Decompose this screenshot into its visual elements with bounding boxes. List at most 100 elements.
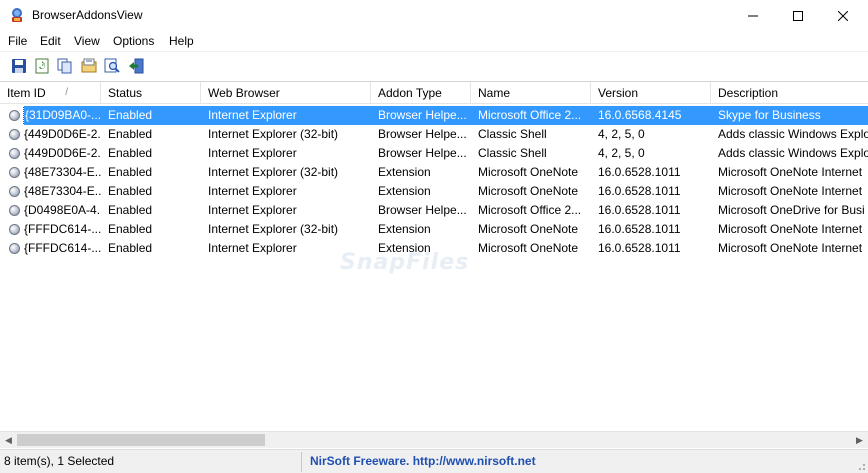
cell-status: Enabled — [108, 222, 153, 236]
column-header-web-browser[interactable]: Web Browser — [201, 82, 371, 104]
item-id-text: {FFFDC614-... — [24, 241, 101, 255]
scroll-left-icon[interactable]: ◀ — [0, 432, 17, 449]
menu-edit[interactable]: Edit — [40, 34, 61, 48]
cell-description: Skype for Business — [711, 106, 868, 125]
cell-version: 16.0.6568.4145 — [591, 106, 711, 125]
find-icon — [104, 58, 120, 73]
cell-id: {FFFDC614-... — [0, 239, 101, 258]
maximize-icon — [793, 10, 803, 21]
addons-list[interactable]: Item ID / Status Web Browser Addon Type … — [0, 81, 868, 430]
cell-description: Microsoft OneDrive for Busi — [718, 203, 865, 217]
column-header-item-id[interactable]: Item ID / — [0, 82, 101, 104]
cell-version: 16.0.6528.1011 — [598, 241, 681, 255]
snapfiles-watermark: SnapFiles — [340, 250, 470, 275]
cell-type: Extension — [378, 184, 431, 198]
nirsoft-link[interactable]: NirSoft Freeware. http://www.nirsoft.net — [310, 450, 536, 473]
cell-description: Adds classic Windows Explo — [718, 127, 868, 141]
item-id-text: {48E73304-E... — [24, 184, 101, 198]
close-icon — [838, 10, 848, 21]
table-row[interactable]: {FFFDC614-... Enabled Internet Explorer (3… — [0, 220, 868, 239]
cell-browser: Internet Explorer — [201, 106, 371, 125]
cell-name: Microsoft OneNote — [478, 222, 579, 236]
cell-type: Extension — [378, 165, 431, 179]
cell-description: Microsoft OneNote Internet — [718, 165, 863, 179]
copy-button[interactable] — [55, 56, 75, 76]
cell-id: {48E73304-E... — [0, 182, 101, 201]
cell-version: 16.0.6528.1011 — [598, 222, 681, 236]
status-bar: 8 item(s), 1 Selected NirSoft Freeware. … — [0, 449, 868, 473]
window-title: BrowserAddonsView — [32, 8, 143, 22]
table-row[interactable]: {48E73304-E... Enabled Internet Explorer Ex… — [0, 182, 868, 201]
menu-file[interactable]: File — [8, 34, 27, 48]
cell-status: Enabled — [108, 165, 153, 179]
cell-type: Extension — [378, 222, 431, 236]
minimize-icon — [748, 15, 758, 16]
refresh-icon — [35, 58, 49, 74]
table-row[interactable]: {48E73304-E... Enabled Internet Explorer (… — [0, 163, 868, 182]
table-row[interactable]: {449D0D6E-2... Enabled Internet Explorer (… — [0, 125, 868, 144]
addon-icon — [9, 224, 20, 235]
cell-version: 4, 2, 5, 0 — [598, 127, 645, 141]
column-header-name[interactable]: Name — [471, 82, 591, 104]
cell-description: Microsoft OneNote Internet — [718, 241, 863, 255]
copy-icon — [57, 58, 72, 74]
cell-id: {449D0D6E-2... — [0, 144, 101, 163]
addon-icon — [9, 167, 20, 178]
cell-status: Enabled — [108, 203, 153, 217]
item-id-text: {31D09BA0-... — [22, 106, 101, 125]
cell-type: Browser Helpe... — [371, 106, 471, 125]
addon-icon — [9, 205, 20, 216]
column-header-status[interactable]: Status — [101, 82, 201, 104]
cell-status: Enabled — [108, 146, 153, 160]
menu-view[interactable]: View — [74, 34, 100, 48]
cell-name: Microsoft OneNote — [478, 241, 579, 255]
resize-grip-icon[interactable] — [856, 461, 866, 471]
exit-button[interactable] — [126, 56, 146, 76]
save-button[interactable] — [9, 56, 29, 76]
close-button[interactable] — [820, 0, 866, 31]
cell-type: Browser Helpe... — [378, 127, 467, 141]
item-id-text: {449D0D6E-2... — [24, 146, 101, 160]
minimize-button[interactable] — [730, 0, 776, 31]
column-header-addon-type[interactable]: Addon Type — [371, 82, 471, 104]
cell-name: Microsoft OneNote — [478, 184, 579, 198]
cell-version: 16.0.6528.1011 — [598, 165, 681, 179]
cell-id: {FFFDC614-... — [0, 220, 101, 239]
html-report-icon — [81, 58, 97, 73]
table-row[interactable]: {449D0D6E-2... Enabled Internet Explorer Br… — [0, 144, 868, 163]
menu-options[interactable]: Options — [113, 34, 154, 48]
refresh-button[interactable] — [32, 56, 52, 76]
column-header-description[interactable]: Description — [711, 82, 868, 104]
cell-name: Classic Shell — [478, 127, 547, 141]
column-header-label: Item ID — [7, 86, 46, 100]
html-report-button[interactable] — [79, 56, 99, 76]
cell-id: {D0498E0A-4... — [0, 201, 101, 220]
cell-id: {48E73304-E... — [0, 163, 101, 182]
cell-status: Enabled — [108, 127, 153, 141]
cell-version: 16.0.6528.1011 — [598, 184, 681, 198]
addon-icon — [9, 148, 20, 159]
addon-icon — [9, 129, 20, 140]
cell-name: Microsoft OneNote — [478, 165, 579, 179]
maximize-button[interactable] — [775, 0, 821, 31]
status-item-count: 8 item(s), 1 Selected — [4, 454, 115, 468]
status-divider — [301, 452, 302, 472]
table-row[interactable]: {31D09BA0-... Enabled Internet Explorer Bro… — [0, 106, 868, 125]
scrollbar-thumb[interactable] — [17, 434, 265, 446]
cell-id: {449D0D6E-2... — [0, 125, 101, 144]
scroll-right-icon[interactable]: ▶ — [851, 432, 868, 449]
addon-icon — [9, 110, 20, 121]
cell-browser: Internet Explorer — [208, 203, 297, 217]
column-header-version[interactable]: Version — [591, 82, 711, 104]
app-icon — [12, 8, 22, 22]
find-button[interactable] — [102, 56, 122, 76]
cell-browser: Internet Explorer (32-bit) — [208, 165, 339, 179]
menu-bar: File Edit View Options Help — [0, 31, 868, 51]
addon-icon — [9, 243, 20, 254]
cell-version: 16.0.6528.1011 — [598, 203, 681, 217]
cell-name: Classic Shell — [478, 146, 547, 160]
menu-help[interactable]: Help — [169, 34, 194, 48]
table-row[interactable]: {D0498E0A-4... Enabled Internet Explorer Br… — [0, 201, 868, 220]
horizontal-scrollbar[interactable]: ◀ ▶ — [0, 431, 868, 448]
cell-type: Browser Helpe... — [378, 146, 467, 160]
